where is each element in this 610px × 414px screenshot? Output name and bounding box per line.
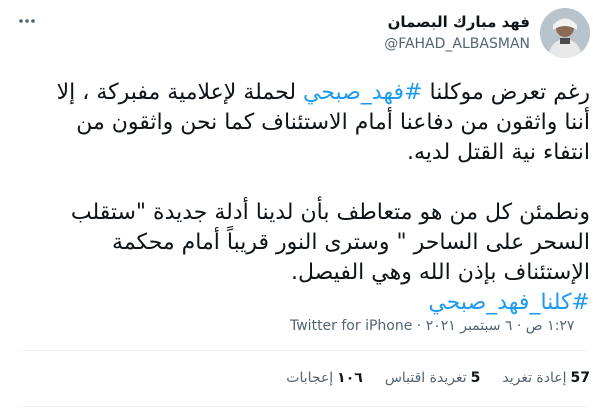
tweet-source[interactable]: Twitter for iPhone (290, 318, 412, 334)
quotes-stat[interactable]: 5تغريدة اقتباس (385, 370, 481, 386)
author-name[interactable]: فهد مبارك البصمان (384, 12, 530, 32)
more-dots-icon (19, 19, 35, 23)
retweets-count: 57 (570, 370, 590, 386)
author-info[interactable]: فهد مبارك البصمان @FAHAD_ALBASMAN (384, 12, 530, 54)
divider (20, 406, 590, 407)
hashtag-link[interactable]: #كلنا_فهد_صبحي (428, 290, 590, 315)
more-options-button[interactable] (16, 10, 38, 32)
avatar-photo (540, 8, 590, 58)
tweet-meta: Twitter for iPhone · ١:٢٧ ص · ٦ سبتمبر ٢… (290, 318, 590, 334)
likes-count: ١٠٦ (337, 370, 363, 386)
avatar[interactable] (540, 8, 590, 58)
likes-label: إعجابات (286, 370, 334, 386)
tweet-paragraph-2: ونطمئن كل من هو متعاطف بأن لدينا أدلة جد… (70, 200, 590, 285)
tweet-paragraph-1: رغم تعرض موكلنا #فهد_صبحي لحملة لإعلامية… (30, 78, 590, 168)
quotes-count: 5 (470, 370, 481, 386)
meta-separator: · (412, 318, 426, 334)
engagement-stats: 57إعادة تغريد 5تغريدة اقتباس ١٠٦إعجابات (286, 370, 590, 386)
retweets-label: إعادة تغريد (502, 370, 567, 386)
retweets-stat[interactable]: 57إعادة تغريد (502, 370, 590, 386)
tweet-text: رغم تعرض موكلنا #فهد_صبحي لحملة لإعلامية… (30, 78, 590, 318)
author-handle[interactable]: @FAHAD_ALBASMAN (384, 34, 530, 54)
tweet-timestamp[interactable]: ١:٢٧ ص · ٦ سبتمبر ٢٠٢١ (426, 318, 575, 334)
quotes-label: تغريدة اقتباس (384, 370, 467, 386)
tweet-text-segment: رغم تعرض موكلنا (422, 80, 591, 105)
divider (20, 350, 590, 351)
likes-stat[interactable]: ١٠٦إعجابات (286, 370, 363, 386)
tweet-card: فهد مبارك البصمان @FAHAD_ALBASMAN رغم تع… (0, 0, 610, 414)
hashtag-link[interactable]: #فهد_صبحي (303, 80, 423, 105)
